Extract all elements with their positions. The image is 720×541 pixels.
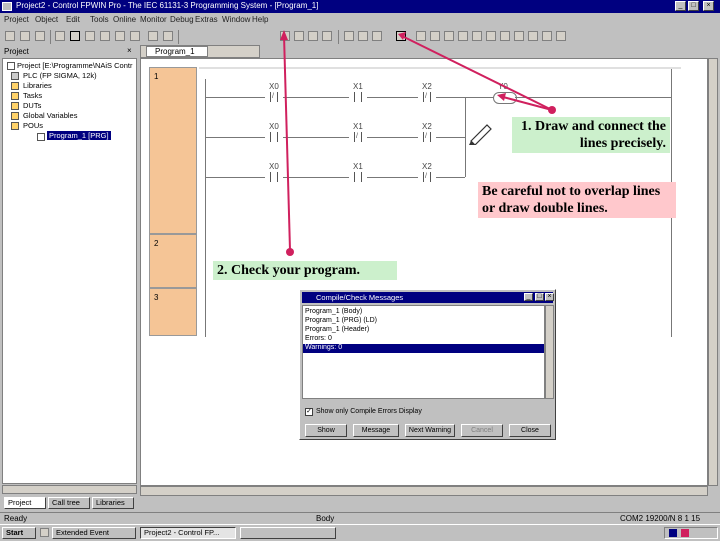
status-body: Body <box>316 514 335 523</box>
message-row[interactable]: Program_1 (Body) <box>305 308 362 315</box>
arrow-to-check-icon <box>283 34 291 251</box>
status-connection: COM2 19200/N 8 1 15 <box>620 514 701 523</box>
dialog-minimize-button[interactable]: _ <box>524 293 533 301</box>
taskbar: Start Extended Event Project2 - Control … <box>0 524 720 541</box>
tray-icon[interactable] <box>669 529 677 537</box>
compile-check-dialog: Compile/Check Messages _ □ × Program_1 (… <box>299 289 556 440</box>
status-ready: Ready <box>4 514 28 523</box>
message-button[interactable]: Message <box>353 424 399 437</box>
system-tray <box>664 527 718 539</box>
message-row[interactable]: Program_1 (Header) <box>305 326 369 333</box>
arrow-head <box>398 32 406 40</box>
arrow-to-pencil-icon <box>401 35 553 111</box>
message-row[interactable]: Program_1 (PRG) (LD) <box>305 317 377 324</box>
show-button[interactable]: Show <box>305 424 347 437</box>
message-row[interactable]: Errors: 0 <box>305 335 332 342</box>
cancel-button[interactable]: Cancel <box>461 424 503 437</box>
dialog-title-bar: Compile/Check Messages _ □ × <box>302 292 554 303</box>
messages-list: Program_1 (Body) Program_1 (PRG) (LD) Pr… <box>302 305 545 399</box>
arrow-head <box>280 30 288 40</box>
arrow-head <box>497 93 506 101</box>
dialog-title: Compile/Check Messages <box>316 293 404 302</box>
show-only-errors-checkbox[interactable]: ✓ <box>305 408 313 416</box>
task-button[interactable] <box>240 527 336 539</box>
task-button[interactable]: Extended Event <box>52 527 136 539</box>
messages-scrollbar[interactable] <box>545 305 554 399</box>
task-button-active[interactable]: Project2 - Control FP... <box>140 527 236 539</box>
next-warning-button[interactable]: Next Warning <box>405 424 455 437</box>
arrow-dot <box>548 106 556 114</box>
tray-icon[interactable] <box>681 529 689 537</box>
checkbox-label: Show only Compile Errors Display <box>316 408 422 415</box>
callout-arrows <box>280 30 556 256</box>
dialog-close-button[interactable]: × <box>545 293 554 301</box>
close-dialog-button[interactable]: Close <box>509 424 551 437</box>
message-row-selected[interactable]: Warnings: 0 <box>303 344 544 353</box>
arrow-dot <box>286 248 294 256</box>
quick-launch-icon[interactable] <box>40 528 49 537</box>
dialog-maximize-button[interactable]: □ <box>535 293 544 301</box>
start-button[interactable]: Start <box>2 527 36 539</box>
